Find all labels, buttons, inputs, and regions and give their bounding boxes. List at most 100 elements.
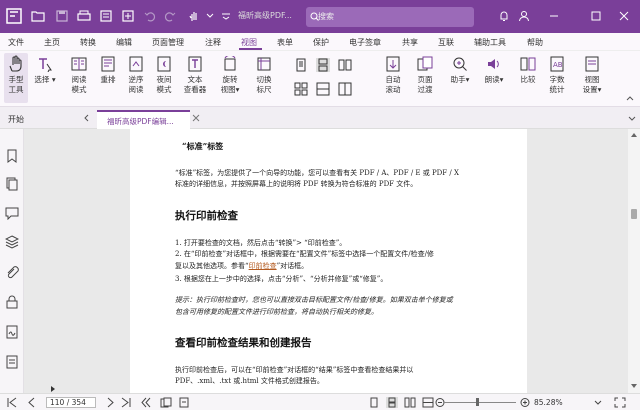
search-box[interactable]: 搜索 [306,7,474,27]
zoom-dropdown-icon[interactable] [592,397,604,408]
scroll-up-icon[interactable] [631,132,637,137]
continuous-page-icon[interactable] [316,58,330,72]
menu-home[interactable]: 主页 [44,37,60,48]
svg-text:AB: AB [553,61,563,69]
collapse-ribbon-icon[interactable] [626,95,634,101]
properties-icon[interactable] [96,6,116,26]
redo-icon[interactable] [160,6,180,26]
continuous-view-icon[interactable] [386,397,398,408]
read-aloud-button[interactable]: 朗读▾ [480,53,508,85]
signatures-icon[interactable] [5,325,19,339]
menu-e-signature[interactable]: 电子签章 [349,37,381,48]
attachments-icon[interactable] [5,265,19,279]
first-page-icon[interactable] [6,397,18,408]
page-transition-button[interactable]: 页面 过渡 [412,53,438,95]
reverse-read-label-1: 逆序 [128,75,144,84]
close-icon[interactable] [614,6,634,26]
rotate-view-button[interactable]: 旋转 视图▾ [216,53,244,95]
hand-tool-label-2: 工具 [8,85,24,94]
menu-convert[interactable]: 转换 [80,37,96,48]
tab-start[interactable]: 开始 [8,114,24,125]
expand-panel-arrow-icon[interactable] [50,385,56,393]
page-number-input[interactable]: 110 / 354 [46,397,96,408]
menu-protect[interactable]: 保护 [313,37,329,48]
facing-view-icon[interactable] [404,397,416,408]
ribbon-toolbar: 手型 工具 选择 ▾ 阅读 模式 重排 逆序 阅读 夜间 模式 文本 查看器 旋… [0,51,640,107]
compare-button[interactable]: 比较 [516,53,540,85]
scrollbar-thumb[interactable] [631,209,637,219]
minimize-icon[interactable] [544,6,564,26]
reflow-button[interactable]: 重排 [96,53,120,85]
pdf-page: “标准”标签 “标准”标签，为您提供了一个向导的功能，您可以查看有关 PDF /… [130,129,527,393]
menu-form[interactable]: 表单 [277,37,293,48]
scroll-down-icon[interactable] [631,384,637,389]
zoom-slider-knob[interactable] [476,398,480,406]
auto-scroll-button[interactable]: 自动 滚动 [380,53,406,95]
menu-comment[interactable]: 注释 [205,37,221,48]
tab-list-dropdown-icon[interactable] [628,116,636,122]
chevron-down-icon: ▾ [597,85,602,94]
customize-toolbar-icon[interactable] [216,6,236,26]
app-logo-icon[interactable] [4,6,24,26]
open-folder-icon[interactable] [28,6,48,26]
menu-accessibility-tools[interactable]: 辅助工具 [474,37,506,48]
preflight-link[interactable]: 印前检查 [249,262,277,270]
copy-view-icon[interactable] [160,397,172,408]
split-view-icon[interactable] [316,82,330,96]
zoom-slider-track[interactable] [444,402,516,403]
compare-label: 比较 [520,75,536,84]
user-account-icon[interactable] [514,6,534,26]
text-viewer-button[interactable]: 文本 查看器 [180,53,210,95]
undo-icon[interactable] [140,6,160,26]
single-page-icon[interactable] [294,58,308,72]
maximize-icon[interactable] [586,6,606,26]
new-doc-icon[interactable] [118,6,138,26]
night-mode-button[interactable]: 夜间 模式 [152,53,176,95]
menu-help[interactable]: 帮助 [527,37,543,48]
layers-icon[interactable] [5,235,19,249]
tab-document[interactable]: 福昕高级PDF编辑... [97,110,190,129]
reverse-read-button[interactable]: 逆序 阅读 [124,53,148,95]
zoom-in-icon[interactable] [519,397,531,408]
zoom-level[interactable]: 85.28% [534,398,563,407]
notification-bell-icon[interactable] [494,6,514,26]
security-lock-icon[interactable] [5,295,19,309]
facing-page-icon[interactable] [338,58,352,72]
single-page-view-icon[interactable] [368,397,380,408]
comments-icon[interactable] [5,206,19,220]
fullscreen-icon[interactable] [614,397,626,408]
chevron-left-icon[interactable] [82,114,90,122]
menu-file[interactable]: 文件 [8,37,24,48]
continuous-facing-icon[interactable] [294,82,308,96]
menu-page-management[interactable]: 页面管理 [152,37,184,48]
page-thumbnails-icon[interactable] [5,177,19,191]
document-tab-label: 福昕高级PDF编辑... [107,117,174,126]
next-page-icon[interactable] [104,397,116,408]
fit-view-icon[interactable] [422,397,434,408]
previous-view-icon[interactable] [140,397,152,408]
menu-view[interactable]: 视图 [241,37,257,48]
read-mode-button[interactable]: 阅读 模式 [66,53,92,95]
word-count-button[interactable]: AB 字数 统计 [544,53,570,95]
assistant-button[interactable]: 助手▾ [446,53,474,85]
menu-connect[interactable]: 互联 [438,37,454,48]
select-label: 选择 [34,75,50,84]
separate-cover-icon[interactable] [338,82,352,96]
heading-preflight: 执行印前检查 [175,210,238,222]
select-button[interactable]: 选择 ▾ [32,53,58,85]
view-settings-button[interactable]: 视图 设置▾ [578,53,606,95]
hand-tool-button[interactable]: 手型 工具 [4,53,28,95]
content-icon[interactable] [5,355,19,369]
previous-page-icon[interactable] [26,397,38,408]
vertical-scrollbar[interactable] [628,129,640,393]
switch-ruler-button[interactable]: 切换 标尺 [252,53,276,95]
menu-share[interactable]: 共享 [402,37,418,48]
menu-edit[interactable]: 编辑 [116,37,132,48]
last-page-icon[interactable] [120,397,132,408]
document-viewport[interactable]: “标准”标签 “标准”标签，为您提供了一个向导的功能，您可以查看有关 PDF /… [24,129,640,393]
print-icon[interactable] [74,6,94,26]
close-tab-icon[interactable] [192,114,200,122]
extract-view-icon[interactable] [178,397,190,408]
bookmark-icon[interactable] [5,149,19,163]
save-icon[interactable] [52,6,72,26]
